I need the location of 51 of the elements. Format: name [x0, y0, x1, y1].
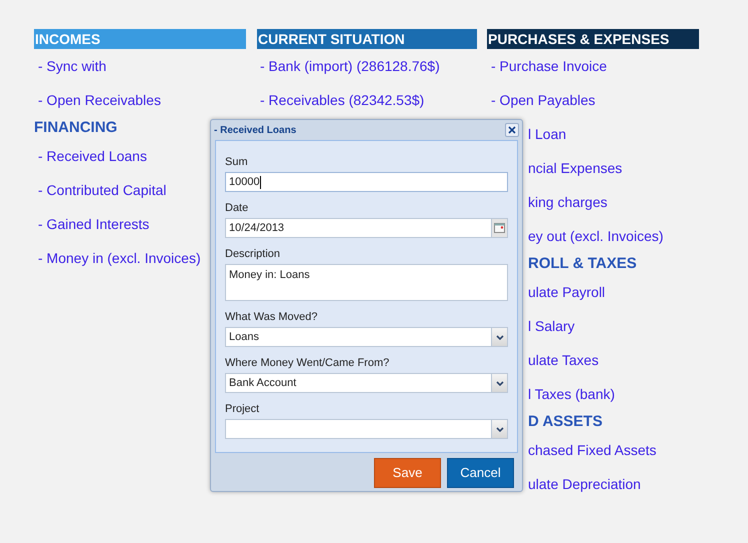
calendar-button[interactable] [491, 219, 507, 237]
menu-link[interactable]: l Taxes (bank) [528, 384, 615, 404]
dropdown-field[interactable]: Loans [225, 327, 508, 347]
section-heading: FINANCING [34, 118, 118, 138]
menu-link[interactable]: ulate Taxes [528, 350, 599, 370]
menu-link[interactable]: ulate Depreciation [528, 474, 641, 494]
menu-link[interactable]: - Sync with [38, 56, 106, 76]
menu-link[interactable]: - Receivables (82342.53$) [260, 90, 424, 110]
field-label: Sum [225, 155, 249, 170]
column-header: PURCHASES & EXPENSES [487, 29, 699, 49]
date-field[interactable]: 10/24/2013 [225, 218, 508, 238]
dropdown-button[interactable] [491, 328, 507, 346]
menu-link[interactable]: - Money in (excl. Invoices) [38, 248, 201, 268]
section-heading: ROLL & TAXES [528, 254, 637, 274]
column-header: INCOMES [34, 29, 246, 49]
menu-link[interactable]: ncial Expenses [528, 158, 622, 178]
field-label: Date [225, 201, 250, 216]
menu-link[interactable]: l Loan [528, 124, 566, 144]
chevron-down-icon [496, 334, 504, 340]
sum-field[interactable]: 10000 [225, 172, 508, 192]
calendar-icon [494, 223, 505, 233]
menu-link[interactable]: - Open Receivables [38, 90, 161, 110]
close-icon [508, 126, 516, 134]
close-button[interactable] [505, 123, 519, 137]
menu-link[interactable]: - Gained Interests [38, 214, 150, 234]
dropdown-button[interactable] [491, 420, 507, 438]
menu-link[interactable]: chased Fixed Assets [528, 440, 656, 460]
menu-link[interactable]: - Open Payables [491, 90, 596, 110]
cancel-button[interactable]: Cancel [447, 458, 514, 488]
chevron-down-icon [496, 426, 504, 432]
menu-link[interactable]: l Salary [528, 316, 575, 336]
dialog-title: - Received Loans [214, 124, 296, 138]
field-label: Where Money Went/Came From? [225, 356, 390, 371]
menu-link[interactable]: - Purchase Invoice [491, 56, 607, 76]
menu-link[interactable]: king charges [528, 192, 608, 212]
menu-link[interactable]: - Received Loans [38, 146, 147, 166]
field-label: Description [225, 247, 282, 262]
column-header: CURRENT SITUATION [257, 29, 477, 49]
chevron-down-icon [496, 380, 504, 386]
menu-link[interactable]: ulate Payroll [528, 282, 606, 302]
dropdown-field[interactable]: Bank Account [225, 373, 508, 393]
dropdown-button[interactable] [491, 374, 507, 392]
menu-link[interactable]: - Contributed Capital [38, 180, 166, 200]
field-label: What Was Moved? [225, 310, 319, 325]
dropdown-field[interactable] [225, 419, 508, 439]
field-label: Project [225, 402, 260, 417]
description-field[interactable]: Money in: Loans [225, 264, 508, 301]
save-button[interactable]: Save [374, 458, 441, 488]
section-heading: D ASSETS [528, 412, 602, 432]
menu-link[interactable]: - Bank (import) (286128.76$) [260, 56, 440, 76]
menu-link[interactable]: ey out (excl. Invoices) [528, 226, 664, 246]
